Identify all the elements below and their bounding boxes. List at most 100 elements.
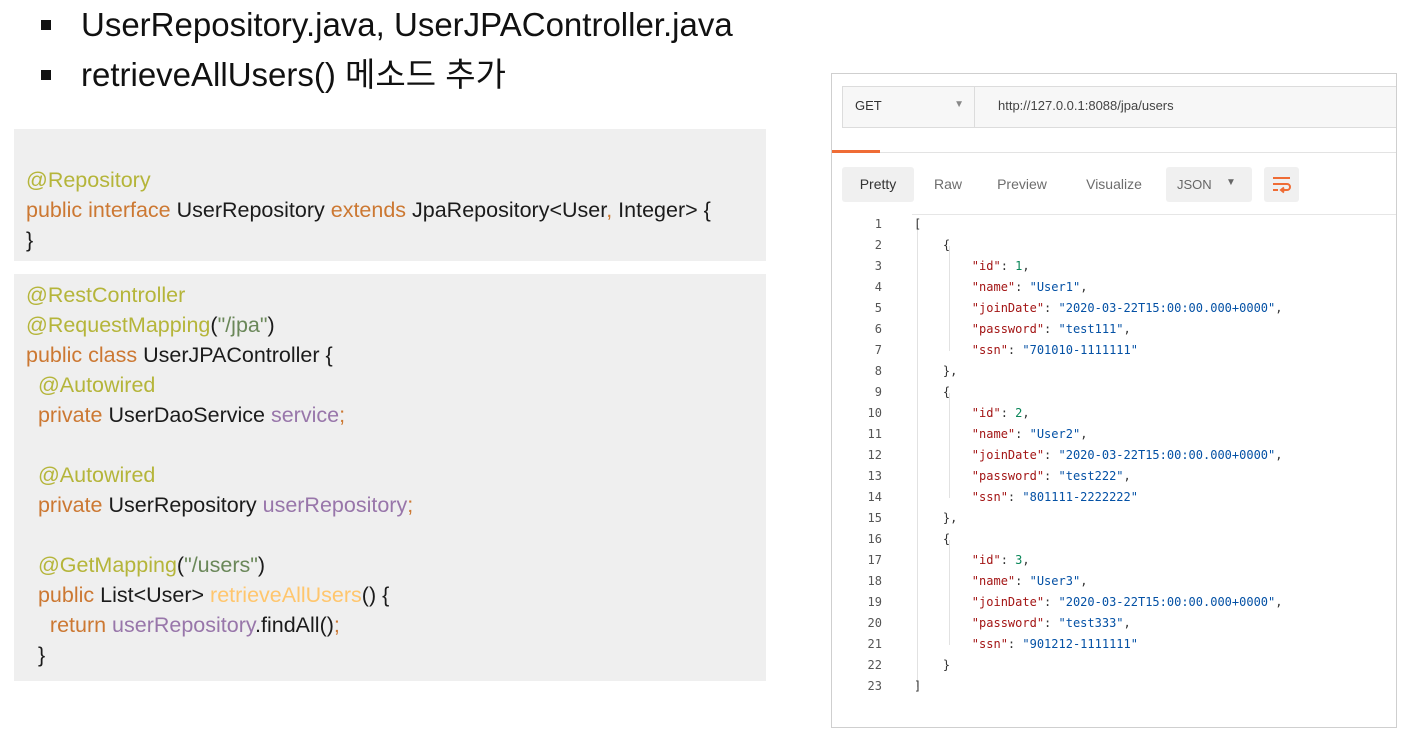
json-line: "id": 2, [914, 403, 1030, 424]
format-select[interactable]: JSON ▼ [1166, 167, 1252, 202]
json-token: "User2" [1029, 427, 1081, 441]
json-token: : [1044, 595, 1059, 609]
code-token: ( [210, 313, 218, 337]
json-token: : [1007, 637, 1023, 651]
json-token: : [1007, 343, 1023, 357]
method-label: GET [855, 98, 882, 113]
json-token: : [1015, 427, 1030, 441]
json-token: "joinDate" [971, 301, 1045, 315]
json-token: "password" [971, 322, 1045, 336]
code-token: private [37, 493, 109, 517]
json-token: , [1022, 406, 1030, 420]
code-line: @GetMapping("/users") [26, 550, 265, 580]
code-line: @Autowired [26, 370, 155, 400]
json-line: "password": "test111", [914, 319, 1131, 340]
json-line: "joinDate": "2020-03-22T15:00:00.000+000… [914, 592, 1283, 613]
method-select[interactable]: GET ▼ [843, 87, 975, 127]
code-token: List<User> [100, 583, 211, 607]
code-token: Integer> { [618, 198, 711, 222]
json-line: "joinDate": "2020-03-22T15:00:00.000+000… [914, 298, 1283, 319]
code-token: "/users" [184, 553, 258, 577]
code-token: public interface [26, 198, 177, 222]
line-number: 4 [874, 280, 882, 294]
code-token: , [606, 198, 619, 222]
json-token: { [914, 238, 951, 252]
code-token: ; [333, 613, 340, 637]
json-line: { [914, 235, 950, 256]
json-token: "id" [971, 553, 1001, 567]
json-token: , [1022, 553, 1030, 567]
json-token: "name" [971, 280, 1016, 294]
json-line: "password": "test333", [914, 613, 1131, 634]
tab-visualize[interactable]: Visualize [1075, 167, 1153, 202]
json-token: [ [914, 217, 922, 231]
divider [912, 214, 1396, 215]
line-number: 12 [867, 448, 882, 462]
code-token: "/jpa" [217, 313, 268, 337]
json-token: , [1080, 427, 1088, 441]
slide-bullets: UserRepository.java, UserJPAController.j… [38, 2, 818, 102]
code-token: @GetMapping [37, 553, 177, 577]
json-token: "ssn" [971, 637, 1008, 651]
line-number: 2 [874, 238, 882, 252]
json-line: ] [914, 676, 921, 697]
code-token: JpaRepository<User [412, 198, 607, 222]
line-number: 3 [874, 259, 882, 273]
line-number: 13 [867, 469, 882, 483]
json-token: { [914, 532, 951, 546]
tab-pretty[interactable]: Pretty [842, 167, 914, 202]
bullet-item: retrieveAllUsers() 메소드 추가 [38, 52, 818, 102]
chevron-down-icon: ▼ [954, 99, 964, 110]
json-token: "name" [971, 427, 1016, 441]
code-line: public List<User> retrieveAllUsers() { [26, 580, 389, 610]
json-line: "joinDate": "2020-03-22T15:00:00.000+000… [914, 445, 1283, 466]
code-token: @RestController [26, 283, 186, 307]
line-number: 15 [867, 511, 882, 525]
json-line: { [914, 529, 950, 550]
json-token: "2020-03-22T15:00:00.000+0000" [1058, 595, 1276, 609]
line-number: 14 [867, 490, 882, 504]
line-number: 5 [874, 301, 882, 315]
json-token: , [1275, 448, 1283, 462]
json-token: "password" [971, 616, 1045, 630]
json-token: , [1123, 322, 1131, 336]
json-token: "id" [971, 259, 1001, 273]
url-input[interactable]: http://127.0.0.1:8088/jpa/users [998, 98, 1174, 113]
code-line: @RestController [26, 280, 185, 310]
code-line: return userRepository.findAll(); [26, 610, 340, 640]
code-token: UserDaoService [108, 403, 271, 427]
line-number: 19 [867, 595, 882, 609]
code-token: extends [330, 198, 413, 222]
code-line: @Autowired [26, 460, 155, 490]
line-number: 9 [874, 385, 882, 399]
line-number: 8 [874, 364, 882, 378]
code-token: } [26, 643, 46, 667]
json-token: , [1123, 616, 1131, 630]
json-line: "name": "User2", [914, 424, 1088, 445]
response-body-viewer[interactable]: 1 2 3 4 5 6 7 8 9 10 11 12 13 14 15 16 17 18 19 20 21 22 23[ {… [832, 214, 1396, 714]
line-number: 11 [867, 427, 882, 441]
tab-raw[interactable]: Raw [926, 167, 970, 202]
code-line: } [26, 225, 33, 255]
wrap-lines-button[interactable] [1264, 167, 1299, 202]
line-number: 20 [867, 616, 882, 630]
line-number: 17 [867, 553, 882, 567]
json-token: : [1044, 616, 1059, 630]
bullet-item: UserRepository.java, UserJPAController.j… [38, 2, 818, 52]
bullet-square-icon [41, 20, 51, 30]
json-line: "id": 1, [914, 256, 1030, 277]
code-token: @RequestMapping [26, 313, 211, 337]
code-token: public class [26, 343, 144, 367]
tab-preview[interactable]: Preview [990, 167, 1054, 202]
json-token: : [1000, 259, 1016, 273]
